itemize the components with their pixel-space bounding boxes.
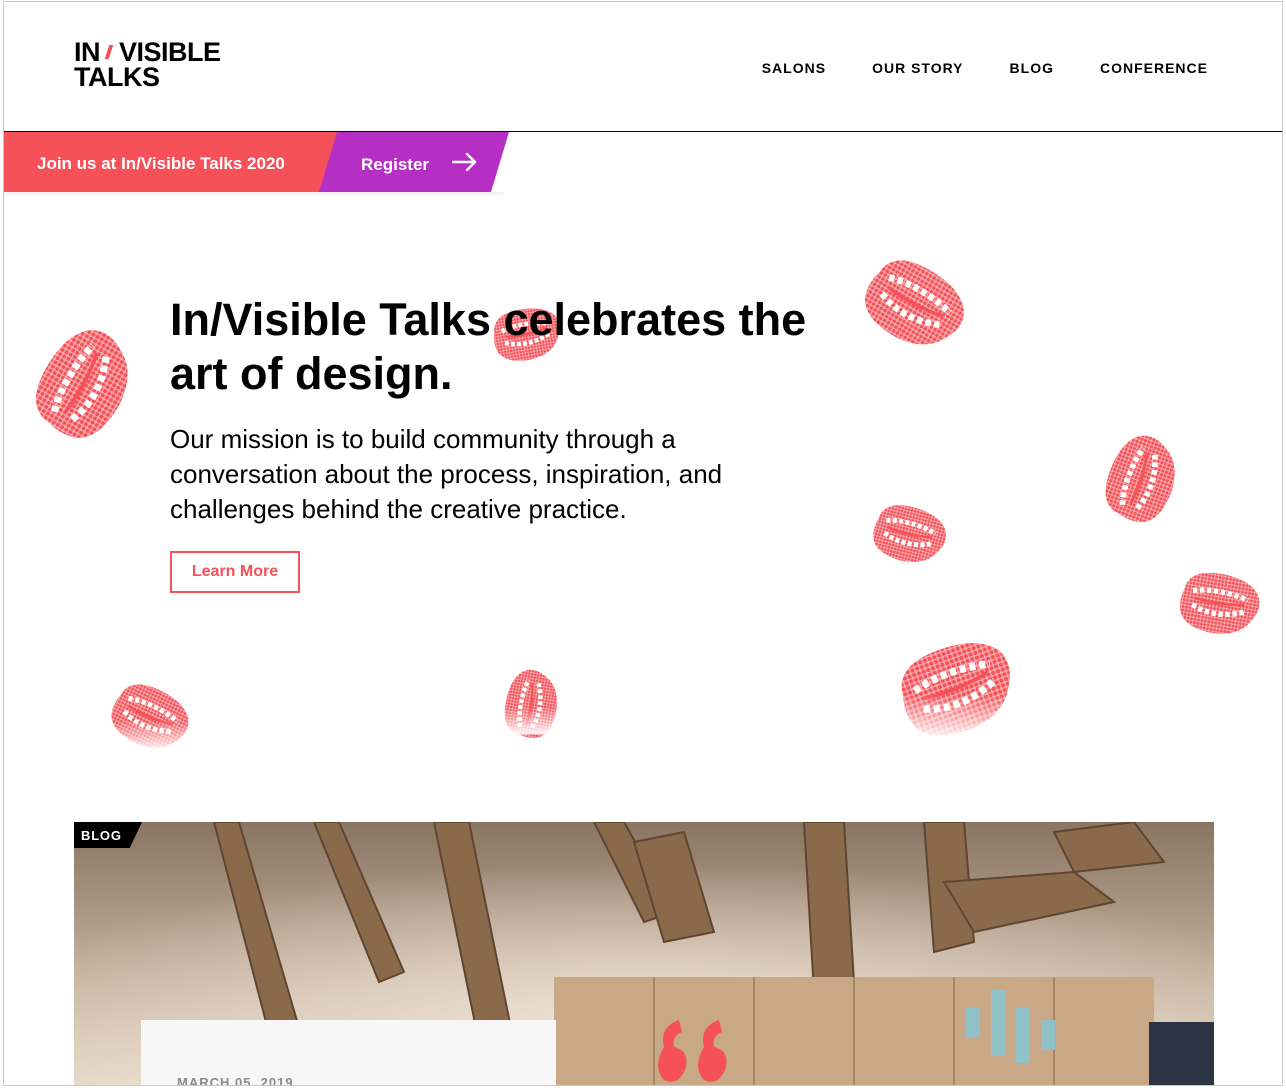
- logo-text-talks: TALKS: [74, 62, 160, 92]
- hero-title: In/Visible Talks celebrates the art of d…: [170, 294, 807, 399]
- nav-item-salons[interactable]: SALONS: [762, 60, 826, 76]
- site-logo[interactable]: IN VISIBLE TALKS: [74, 39, 221, 92]
- blog-feature-card[interactable]: BLOG MARCH 05, 2019: [74, 822, 1214, 1086]
- announcement-banner: Join us at In/Visible Talks 2020 Registe…: [4, 132, 514, 192]
- browser-viewport: IN VISIBLE TALKS SALONS OUR STORY BLOG CO…: [3, 1, 1283, 1086]
- hero-description: Our mission is to build community throug…: [170, 424, 723, 524]
- register-button[interactable]: Register: [319, 132, 509, 192]
- site-header: IN VISIBLE TALKS SALONS OUR STORY BLOG CO…: [4, 2, 1282, 132]
- teeth-decor-icon: [894, 634, 1019, 744]
- blog-summary-card[interactable]: MARCH 05, 2019: [141, 1020, 556, 1086]
- teeth-decor-icon: [869, 497, 949, 572]
- main-nav: SALONS OUR STORY BLOG CONFERENCE: [762, 60, 1208, 76]
- blog-post-date: MARCH 05, 2019: [177, 1075, 294, 1086]
- teeth-decor-icon: [107, 680, 192, 755]
- arrow-right-icon: [452, 152, 477, 172]
- teeth-decor-icon: [494, 662, 569, 747]
- learn-more-button[interactable]: Learn More: [170, 551, 300, 593]
- logo-slash-icon: [104, 45, 114, 60]
- banner-shadow: [4, 192, 504, 198]
- teeth-decor-icon: [24, 327, 144, 442]
- teeth-decor-icon: [859, 257, 969, 352]
- register-label: Register: [361, 155, 430, 174]
- nav-item-blog[interactable]: BLOG: [1010, 60, 1054, 76]
- teeth-decor-icon: [1174, 569, 1264, 639]
- teeth-decor-icon: [1094, 427, 1189, 532]
- nav-item-conference[interactable]: CONFERENCE: [1100, 60, 1208, 76]
- nav-item-our-story[interactable]: OUR STORY: [872, 60, 963, 76]
- announcement-text: Join us at In/Visible Talks 2020: [37, 154, 285, 173]
- announcement-text-block: Join us at In/Visible Talks 2020: [4, 132, 349, 192]
